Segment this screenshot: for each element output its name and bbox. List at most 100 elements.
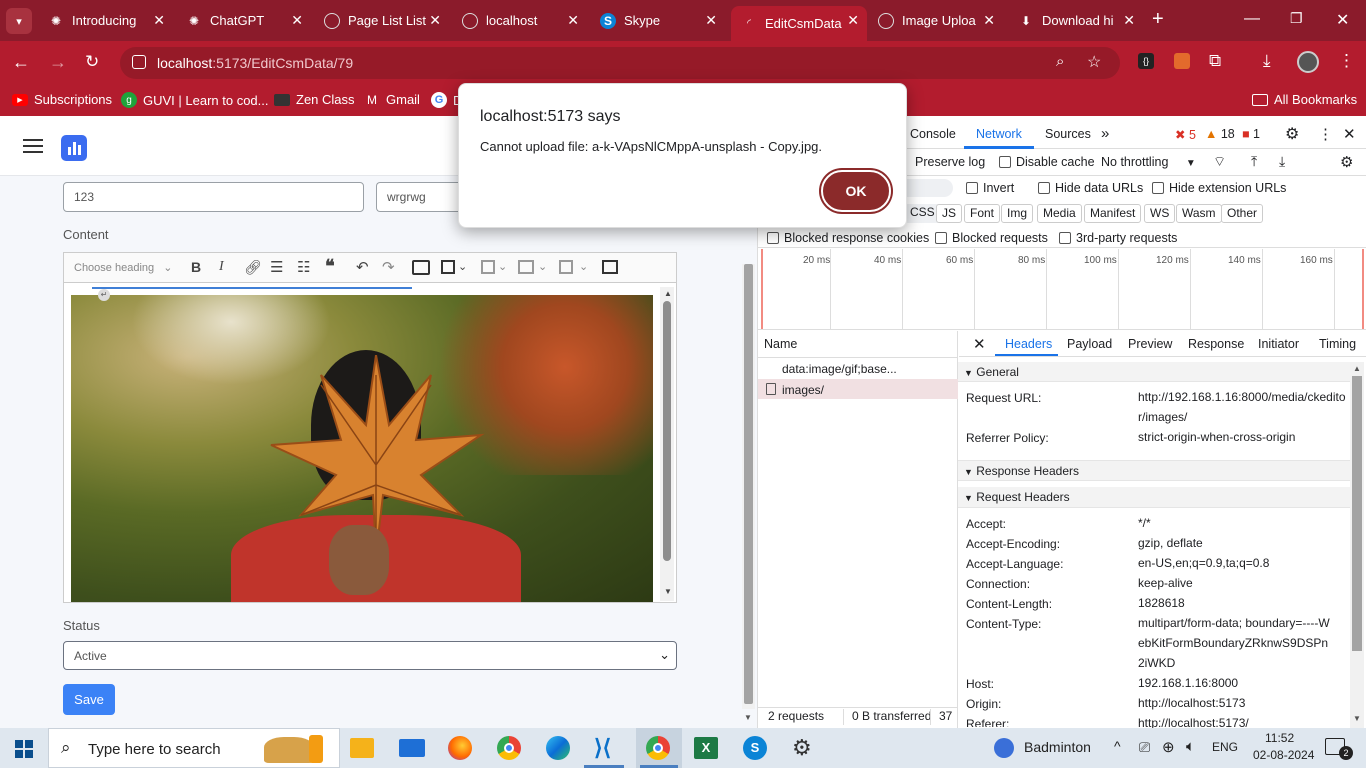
insert-image-icon[interactable] <box>412 260 430 275</box>
app-logo-icon[interactable] <box>61 135 87 161</box>
volume-icon[interactable]: 🔈︎ <box>1186 738 1195 755</box>
chevron-down-icon[interactable]: ⌄ <box>538 260 547 273</box>
new-tab-icon[interactable]: + <box>1152 8 1164 31</box>
forward-icon[interactable]: → <box>49 52 67 73</box>
tray-chevron-icon[interactable]: ^ <box>1114 738 1121 754</box>
chevron-down-icon[interactable]: ⌄ <box>579 260 588 273</box>
header-value[interactable]: multipart/form-data; boundary=----WebKit… <box>1138 613 1334 673</box>
tab-payload[interactable]: Payload <box>1067 337 1112 351</box>
export-har-icon[interactable]: ⤓ <box>1279 153 1285 170</box>
filter-ws[interactable]: WS <box>1144 204 1176 223</box>
close-tab-icon[interactable]: ✕ <box>429 12 441 29</box>
header-value[interactable]: */* <box>1138 513 1350 533</box>
tab-page-list[interactable]: Page List List ✕ <box>314 6 449 35</box>
checkbox[interactable] <box>1038 182 1050 194</box>
headers-scrollbar[interactable]: ▲ ▼ <box>1350 362 1364 728</box>
import-har-icon[interactable]: ⤒ <box>1251 153 1257 170</box>
mail-icon[interactable] <box>399 739 425 757</box>
throttling-select[interactable]: No throttling ▼ <box>1101 155 1196 169</box>
blockquote-icon[interactable]: ❝ <box>325 256 335 277</box>
weather-text[interactable]: Badminton <box>1024 739 1091 755</box>
table-row-icon[interactable] <box>518 260 534 274</box>
tab-preview[interactable]: Preview <box>1128 337 1172 351</box>
tab-console[interactable]: Console <box>910 127 956 141</box>
header-value[interactable]: 192.168.1.16:8000 <box>1138 673 1350 693</box>
filter-css[interactable]: CSS <box>905 204 940 223</box>
checkbox[interactable] <box>966 182 978 194</box>
tab-initiator[interactable]: Initiator <box>1258 337 1299 351</box>
hamburger-menu-icon[interactable] <box>23 139 43 153</box>
table-column-icon[interactable] <box>481 260 495 274</box>
tab-search-chevron-icon[interactable]: ▾ <box>6 8 32 34</box>
hide-data-urls-option[interactable]: Hide data URLs <box>1038 181 1143 195</box>
profile-avatar[interactable] <box>1297 51 1319 73</box>
tab-editcsmdata[interactable]: ◜ EditCsmData ✕ <box>731 6 867 41</box>
vscode-icon[interactable]: ⟩⟨ <box>594 736 620 760</box>
filter-media[interactable]: Media <box>1037 204 1082 223</box>
checkbox[interactable] <box>767 232 779 244</box>
restore-icon[interactable]: ❐ <box>1290 10 1303 27</box>
window-close-icon[interactable]: ✕ <box>1336 10 1349 30</box>
tab-response[interactable]: Response <box>1188 337 1244 351</box>
page-scrollbar[interactable] <box>742 264 755 709</box>
checkbox[interactable] <box>935 232 947 244</box>
meet-icon[interactable]: ⎚ <box>1139 739 1150 756</box>
chrome-icon[interactable] <box>497 736 521 760</box>
minimize-icon[interactable]: — <box>1244 10 1260 28</box>
insert-table-icon[interactable] <box>441 260 455 274</box>
close-tab-icon[interactable]: ✕ <box>705 12 717 29</box>
request-row[interactable]: data:image/gif;base... <box>758 358 958 378</box>
settings-icon[interactable]: ⚙ <box>792 735 812 761</box>
header-value[interactable]: en-US,en;q=0.9,ta;q=0.8 <box>1138 553 1350 573</box>
language-indicator[interactable]: ENG <box>1212 740 1238 754</box>
bookmark-guvi[interactable]: g GUVI | Learn to cod... <box>121 92 269 108</box>
media-embed-icon[interactable] <box>602 260 618 274</box>
windows-start-icon[interactable] <box>15 740 33 758</box>
return-marker-icon[interactable]: ↵ <box>98 289 110 301</box>
undo-icon[interactable]: ↶ <box>356 258 369 276</box>
skype-icon[interactable]: S <box>743 736 767 760</box>
filter-font[interactable]: Font <box>964 204 1001 223</box>
puzzle-icon[interactable]: ⧉ <box>1209 51 1221 71</box>
downloads-icon[interactable]: ⤓ <box>1263 51 1271 71</box>
general-section-header[interactable]: ▼ General <box>958 362 1350 382</box>
info-count[interactable]: ■ 1 <box>1242 127 1260 141</box>
clock-time[interactable]: 11:52 <box>1265 731 1294 745</box>
network-icon[interactable]: ⊕ <box>1162 738 1175 756</box>
bookmark-subscriptions[interactable]: ▶ Subscriptions <box>12 92 112 107</box>
hide-extension-urls-option[interactable]: Hide extension URLs <box>1152 181 1286 195</box>
bold-icon[interactable]: B <box>191 259 201 275</box>
clock-date[interactable]: 02-08-2024 <box>1253 748 1314 762</box>
numbered-list-icon[interactable]: ☷ <box>297 258 310 276</box>
header-value[interactable]: 1828618 <box>1138 593 1350 613</box>
field-2-input[interactable]: wrgrwg <box>376 182 466 212</box>
preserve-log-option[interactable]: Preserve log <box>915 155 985 169</box>
tab-timing[interactable]: Timing <box>1319 337 1356 351</box>
error-count[interactable]: ✖ 5 <box>1175 127 1196 142</box>
firefox-icon[interactable] <box>448 736 472 760</box>
request-row-selected[interactable]: images/ <box>758 379 958 399</box>
filter-img[interactable]: Img <box>1001 204 1034 223</box>
close-detail-icon[interactable]: ✕ <box>973 335 986 353</box>
checkbox[interactable] <box>1059 232 1071 244</box>
status-select[interactable]: Active ⌄ <box>63 641 677 670</box>
filter-other[interactable]: Other <box>1221 204 1264 223</box>
chevron-down-icon[interactable]: ⌄ <box>458 260 467 273</box>
redo-icon[interactable]: ↷ <box>382 258 395 276</box>
heading-dropdown[interactable]: Choose heading ⌄ <box>74 261 172 274</box>
tab-headers[interactable]: Headers <box>1005 337 1052 351</box>
tab-skype[interactable]: S Skype ✕ <box>590 6 725 35</box>
network-timeline[interactable]: 20 ms 40 ms 60 ms 80 ms 100 ms 120 ms 14… <box>758 249 1366 330</box>
uploaded-image[interactable] <box>71 295 653 602</box>
network-settings-icon[interactable]: ⚙ <box>1340 153 1353 171</box>
tab-sources[interactable]: Sources <box>1045 127 1091 141</box>
network-conditions-icon[interactable]: ⌔ <box>1213 153 1226 171</box>
save-button[interactable]: Save <box>63 684 115 715</box>
address-bar[interactable]: localhost:5173/EditCsmData/79 ⌕ ☆ <box>120 47 1120 79</box>
chevron-down-icon[interactable]: ⌄ <box>498 260 507 273</box>
settings-gear-icon[interactable]: ⚙ <box>1285 124 1299 144</box>
extension-icon[interactable] <box>1174 53 1190 69</box>
header-value[interactable]: gzip, deflate <box>1138 533 1350 553</box>
all-bookmarks[interactable]: All Bookmarks <box>1252 92 1357 107</box>
filter-js[interactable]: JS <box>936 204 963 223</box>
